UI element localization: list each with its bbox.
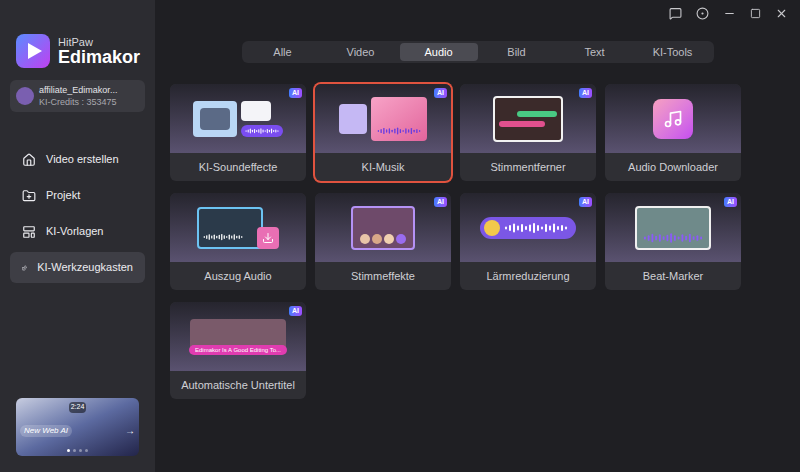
tool-card[interactable]: Auszug Audio (170, 193, 306, 290)
promo-banner[interactable]: 2:24New Web AI→ (16, 398, 139, 456)
tab[interactable]: Bild (478, 43, 556, 61)
ai-badge: AI (579, 197, 592, 207)
tool-card[interactable]: AIStimmeffekte (315, 193, 451, 290)
sidebar-item[interactable]: KI-Vorlagen (10, 216, 145, 247)
main-panel: AlleVideoAudioBildTextKI-Tools AIKI-Sound… (155, 0, 800, 472)
music-note-icon (663, 109, 683, 129)
carousel-dot[interactable] (67, 449, 70, 452)
ai-badge: AI (434, 197, 447, 207)
waveform-icon (504, 222, 568, 234)
avatar-icon (16, 87, 34, 105)
ai-badge: AI (724, 197, 737, 207)
category-tabs: AlleVideoAudioBildTextKI-Tools (242, 41, 714, 63)
tool-card[interactable]: AIKI-Soundeffecte (170, 84, 306, 181)
nav-icon (22, 153, 36, 167)
tool-card[interactable]: Edimakor Is A Good Editing To...AIAutoma… (170, 302, 306, 399)
nav-icon (22, 189, 36, 203)
ai-badge: AI (289, 306, 302, 316)
carousel-dot[interactable] (73, 449, 76, 452)
close-icon[interactable] (775, 7, 788, 20)
tab[interactable]: Alle (244, 43, 322, 61)
waveform-icon (643, 232, 703, 244)
sidebar-item[interactable]: Video erstellen (10, 144, 145, 175)
tool-card[interactable]: AIStimmentferner (460, 84, 596, 181)
tab[interactable]: Audio (400, 43, 478, 61)
ai-badge: AI (579, 88, 592, 98)
nav-icon (22, 225, 36, 239)
tool-card[interactable]: AIKI-Musik (315, 84, 451, 181)
maximize-icon[interactable] (750, 8, 761, 19)
tool-card[interactable]: Audio Downloader (605, 84, 741, 181)
help-icon[interactable] (696, 7, 709, 20)
carousel-dot[interactable] (85, 449, 88, 452)
sidebar-item[interactable]: KI-Werkzeugkasten (10, 252, 145, 283)
tab[interactable]: KI-Tools (634, 43, 712, 61)
brand: HitPawEdimakor (10, 34, 145, 68)
download-icon (262, 232, 274, 244)
sidebar: HitPawEdimakor affiliate_Edimakor...KI-Cr… (0, 0, 155, 472)
tool-card[interactable]: AIBeat-Marker (605, 193, 741, 290)
waveform-icon (377, 125, 421, 137)
sidebar-item[interactable]: Projekt (10, 180, 145, 211)
minimize-icon[interactable] (723, 7, 736, 20)
carousel-dot[interactable] (79, 449, 82, 452)
ai-badge: AI (434, 88, 447, 98)
waveform-icon (203, 231, 243, 243)
sidebar-nav: Video erstellen Projekt KI-Vorlagen KI-Werk… (10, 144, 145, 283)
logo-icon (16, 34, 50, 68)
tool-grid: AIKI-SoundeffecteAIKI-MusikAIStimmentfer… (155, 84, 800, 399)
feedback-icon[interactable] (669, 7, 682, 20)
ai-badge: AI (289, 88, 302, 98)
waveform-icon (245, 125, 279, 137)
tab[interactable]: Text (556, 43, 634, 61)
app-window: HitPawEdimakor affiliate_Edimakor...KI-Cr… (0, 0, 800, 472)
account-box[interactable]: affiliate_Edimakor...KI-Credits : 353475 (10, 80, 145, 112)
nav-icon (22, 261, 27, 275)
tool-card[interactable]: AILärmreduzierung (460, 193, 596, 290)
tab[interactable]: Video (322, 43, 400, 61)
title-bar (155, 0, 800, 26)
